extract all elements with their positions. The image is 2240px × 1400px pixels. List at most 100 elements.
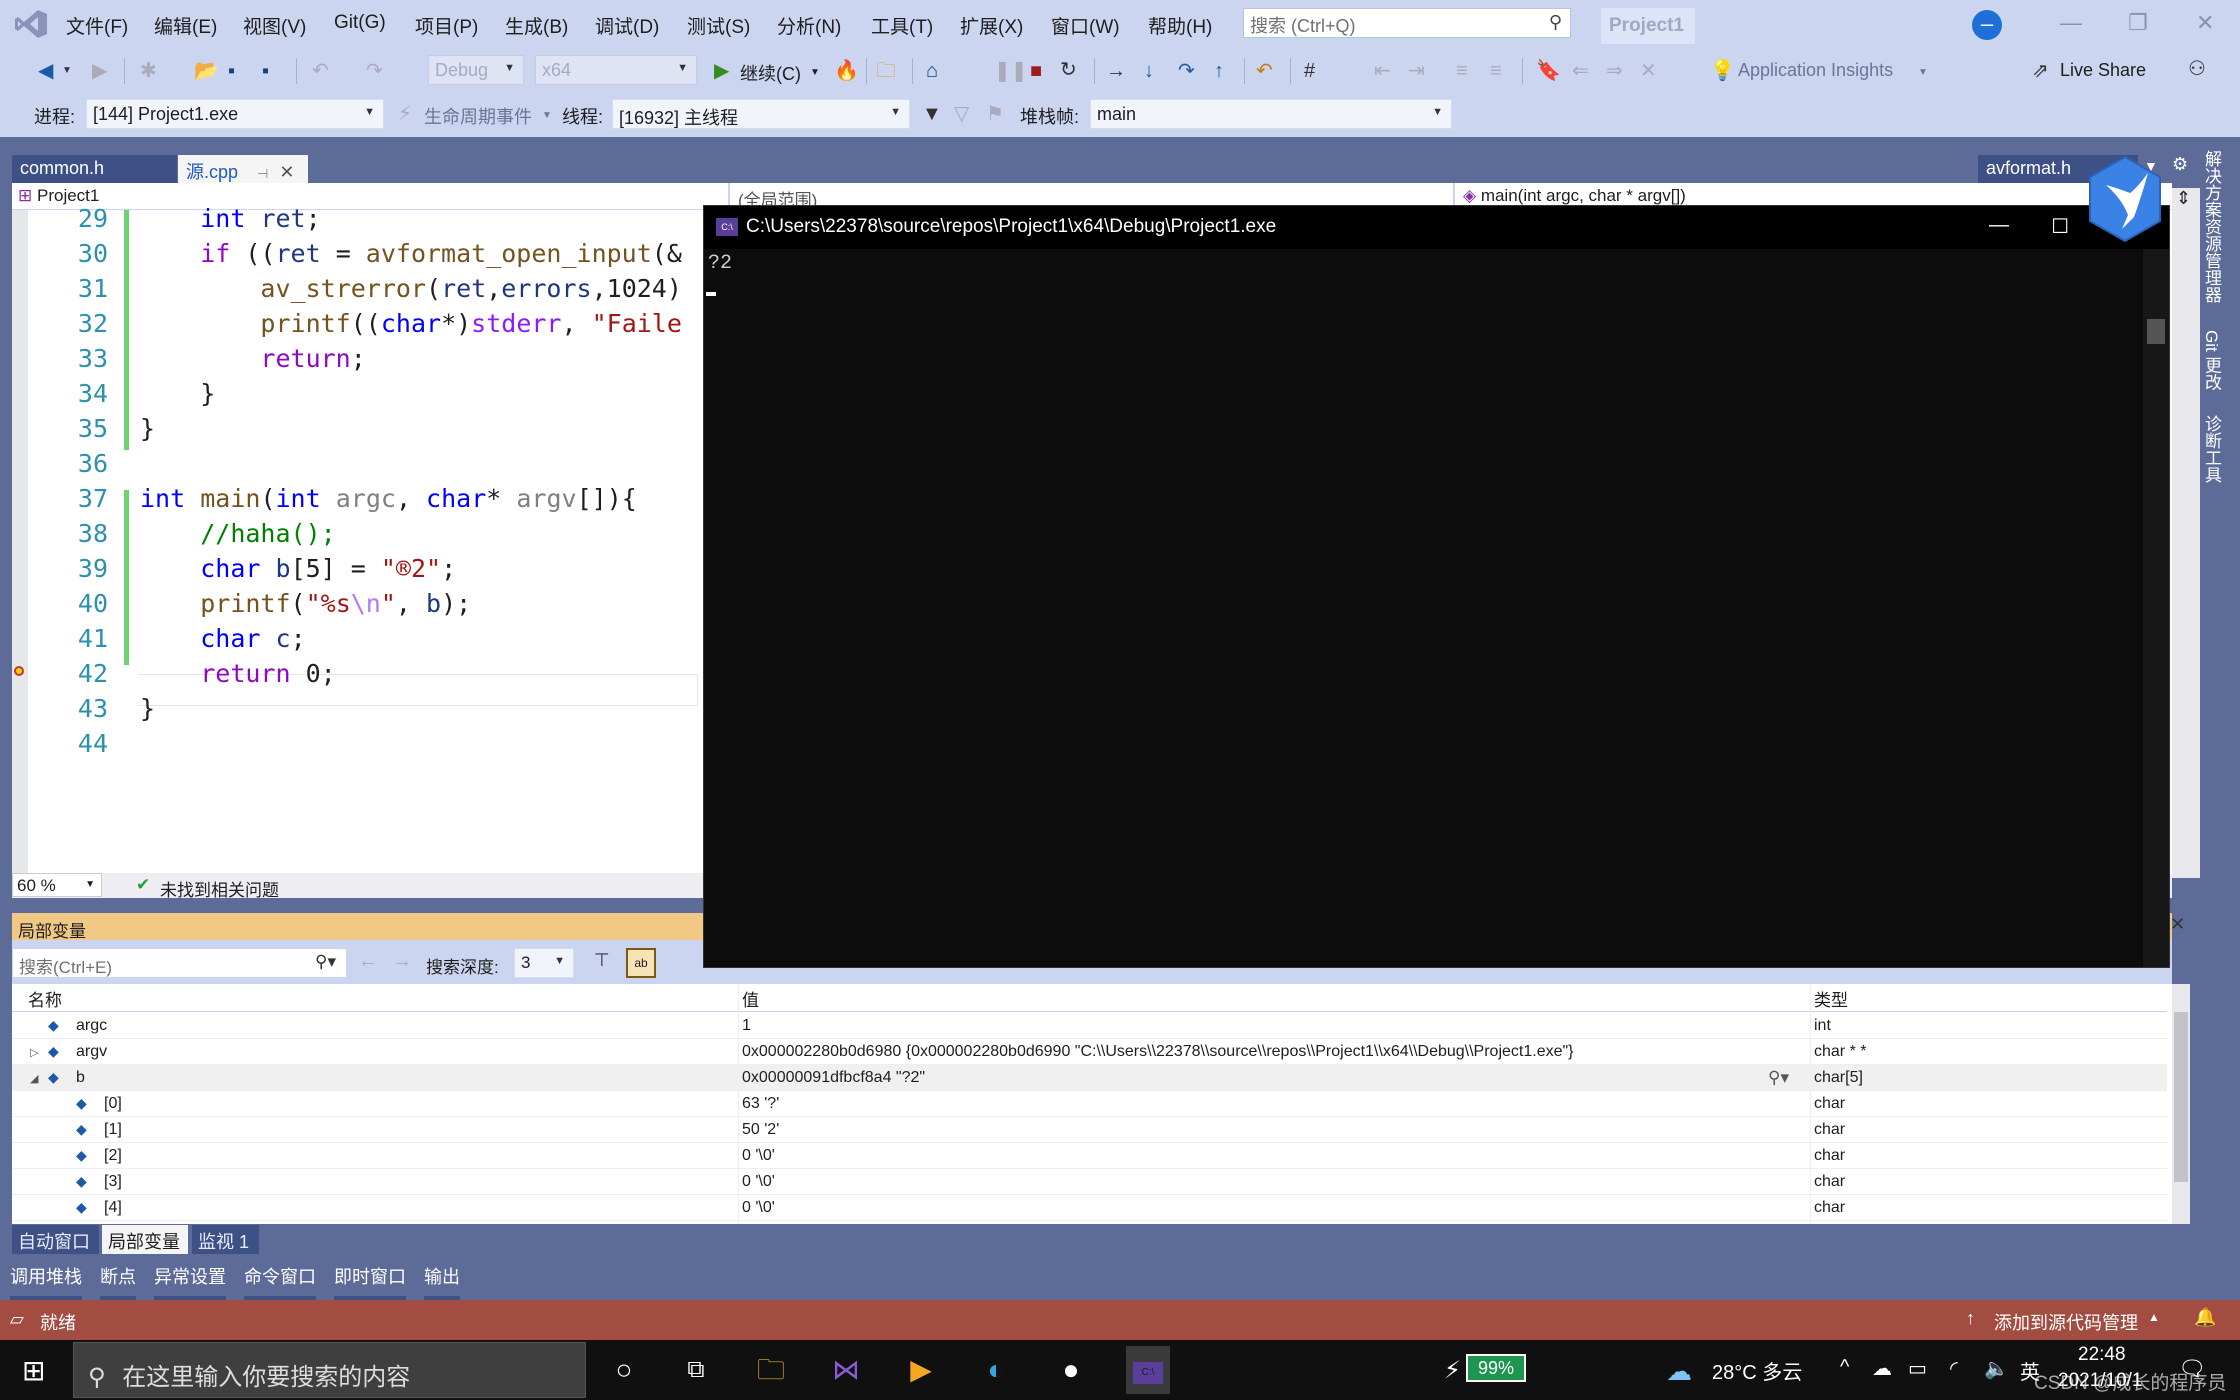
- code-line[interactable]: }: [140, 694, 155, 723]
- stop-debugging-icon[interactable]: ■: [1030, 60, 1042, 82]
- expand-toggle-icon[interactable]: ▷: [30, 1046, 38, 1059]
- battery-percent[interactable]: 99%: [1466, 1354, 1526, 1382]
- tab-immediate-window[interactable]: 即时窗口: [334, 1263, 406, 1304]
- tab-close-icon[interactable]: ✕: [279, 162, 294, 182]
- indent-icon[interactable]: ⇥: [1408, 60, 1425, 82]
- minimize-icon[interactable]: —: [2060, 10, 2082, 36]
- lifecycle-events-button[interactable]: 生命周期事件: [424, 103, 532, 129]
- filter-thread-icon[interactable]: ▼: [922, 103, 942, 125]
- pin-icon[interactable]: ⊣: [257, 166, 268, 181]
- locals-row[interactable]: ▷ ◆ argv 0x000002280b0d6980 {0x000002280b0d…: [12, 1039, 2167, 1065]
- solution-configuration-select[interactable]: Debug ▼: [428, 55, 524, 85]
- undo-icon[interactable]: ↶: [312, 60, 329, 82]
- avatar-app-icon[interactable]: ●: [1051, 1350, 1091, 1390]
- menu-build[interactable]: 生成(B): [505, 12, 568, 39]
- menu-analyze[interactable]: 分析(N): [777, 12, 841, 39]
- console-scrollbar[interactable]: [2143, 249, 2169, 967]
- tab-exception-settings[interactable]: 异常设置: [154, 1263, 226, 1304]
- file-explorer-icon[interactable]: 🗀: [751, 1350, 791, 1390]
- redo-icon[interactable]: ↷: [366, 60, 383, 82]
- add-to-source-control-button[interactable]: 添加到源代码管理: [1994, 1309, 2138, 1335]
- zoom-level-select[interactable]: 60 % ▼: [12, 873, 102, 897]
- panel-close-icon[interactable]: ✕: [2170, 914, 2185, 935]
- flag-thread-icon[interactable]: ⚑: [986, 103, 1004, 125]
- split-editor-icon[interactable]: ⇕: [2176, 188, 2191, 209]
- windows-start-icon[interactable]: ⊞: [22, 1354, 45, 1387]
- pin-filter-icon[interactable]: ⊤: [594, 950, 610, 971]
- back-dropdown-icon[interactable]: ▼: [62, 60, 72, 82]
- tab-watch-1[interactable]: 监视 1: [192, 1225, 259, 1254]
- scrollbar-thumb[interactable]: [2147, 319, 2165, 344]
- search-back-icon[interactable]: ←: [358, 950, 378, 973]
- project-nav-select[interactable]: ⊞ Project1: [12, 183, 730, 209]
- code-line[interactable]: char c;: [140, 624, 305, 653]
- expand-toggle-icon[interactable]: ◢: [30, 1072, 38, 1085]
- stack-frame-select[interactable]: main ▼: [1090, 99, 1452, 129]
- continue-play-icon[interactable]: ▶: [714, 60, 729, 82]
- tab-common-h[interactable]: common.h: [12, 155, 177, 183]
- global-search-input[interactable]: 搜索 (Ctrl+Q) ⚲: [1243, 8, 1571, 38]
- video-app-icon[interactable]: ▶: [901, 1350, 941, 1390]
- code-line[interactable]: char b[5] = "®2";: [140, 554, 456, 583]
- visual-studio-taskbar-icon[interactable]: ⋈: [826, 1350, 866, 1390]
- code-line[interactable]: if ((ret = avformat_open_input(&: [140, 239, 682, 268]
- continue-button[interactable]: 继续(C): [740, 60, 801, 86]
- menu-project[interactable]: 项目(P): [415, 12, 478, 39]
- visualizer-magnifier-icon[interactable]: ⚲▾: [1768, 1068, 1789, 1088]
- step-over-icon[interactable]: ↷: [1178, 60, 1195, 82]
- locals-search-input[interactable]: 搜索(Ctrl+E) ⚲▾: [12, 948, 347, 978]
- code-line[interactable]: return;: [140, 344, 365, 373]
- sidebar-tab-git-changes[interactable]: Git 更改: [2202, 330, 2224, 390]
- column-header-value[interactable]: 值: [742, 986, 759, 1011]
- tab-breakpoints[interactable]: 断点: [100, 1263, 136, 1304]
- console-taskbar-icon[interactable]: C:\: [1126, 1346, 1170, 1394]
- code-line[interactable]: }: [140, 414, 155, 443]
- bookmark-icon[interactable]: 🔖: [1536, 60, 1561, 82]
- variable-value[interactable]: 1: [742, 1017, 751, 1035]
- column-header-name[interactable]: 名称: [28, 986, 62, 1011]
- restore-icon[interactable]: ❐: [2128, 10, 2148, 36]
- locals-row[interactable]: ◢ ◆ b 0x00000091dfbcf8a4 "?2" char[5]: [12, 1065, 2167, 1091]
- comment-icon[interactable]: ≡: [1456, 60, 1468, 82]
- clock-time[interactable]: 22:48: [2078, 1344, 2126, 1366]
- wifi-icon[interactable]: ◜: [1950, 1356, 1958, 1381]
- locals-row[interactable]: ◆ [1] 50 '2' char: [12, 1117, 2167, 1143]
- open-file-icon[interactable]: 📂: [194, 60, 219, 82]
- code-line[interactable]: }: [140, 379, 215, 408]
- menu-debug[interactable]: 调试(D): [595, 12, 659, 39]
- code-line[interactable]: int main(int argc, char* argv[]){: [140, 484, 637, 513]
- locals-row[interactable]: ◆ [2] 0 '\0' char: [12, 1143, 2167, 1169]
- search-depth-select[interactable]: 3 ▼: [514, 948, 574, 978]
- process-select[interactable]: [144] Project1.exe ▼: [86, 99, 384, 129]
- tab-command-window[interactable]: 命令窗口: [244, 1263, 316, 1304]
- step-out-icon[interactable]: ↑: [1214, 60, 1224, 82]
- continue-dropdown-icon[interactable]: ▼: [810, 62, 820, 84]
- lifecycle-dropdown-icon[interactable]: ▼: [542, 105, 552, 127]
- notifications-bell-icon[interactable]: 🔔: [2194, 1307, 2216, 1328]
- step-into-icon[interactable]: ↓: [1144, 60, 1154, 82]
- edge-browser-icon[interactable]: ◐: [976, 1350, 1016, 1390]
- locals-vertical-scrollbar[interactable]: [2172, 984, 2190, 1224]
- variable-value[interactable]: 0x000002280b0d6980 {0x000002280b0d6990 "…: [742, 1043, 1574, 1061]
- volume-icon[interactable]: 🔈: [1984, 1356, 2009, 1381]
- menu-test[interactable]: 测试(S): [687, 12, 750, 39]
- code-line[interactable]: printf("%s\n", b);: [140, 589, 471, 618]
- close-icon[interactable]: ✕: [2196, 10, 2214, 36]
- issues-status[interactable]: 未找到相关问题: [160, 876, 279, 901]
- locals-row[interactable]: ◆ argc 1 int: [12, 1013, 2167, 1039]
- menu-extensions[interactable]: 扩展(X): [960, 12, 1023, 39]
- tab-locals[interactable]: 局部变量: [102, 1225, 188, 1254]
- search-forward-icon[interactable]: →: [392, 950, 412, 973]
- show-hidden-icons-icon[interactable]: ^: [1840, 1356, 1849, 1379]
- variable-value[interactable]: 0 '\0': [742, 1147, 775, 1165]
- live-share-button[interactable]: Live Share: [2060, 60, 2146, 81]
- menu-help[interactable]: 帮助(H): [1148, 12, 1212, 39]
- taskbar-search-input[interactable]: ⚲ 在这里输入你要搜索的内容: [73, 1342, 586, 1398]
- breakpoint-gutter[interactable]: [12, 210, 28, 873]
- variable-value[interactable]: 0x00000091dfbcf8a4 "?2": [742, 1069, 925, 1087]
- code-line[interactable]: printf((char*)stderr, "Faile: [140, 309, 681, 338]
- navigate-back-icon[interactable]: ◀: [38, 60, 53, 82]
- sidebar-tab-diagnostic-tools[interactable]: 诊断工具: [2202, 415, 2224, 483]
- power-icon[interactable]: ▭: [1908, 1356, 1927, 1381]
- column-header-type[interactable]: 类型: [1814, 986, 1848, 1011]
